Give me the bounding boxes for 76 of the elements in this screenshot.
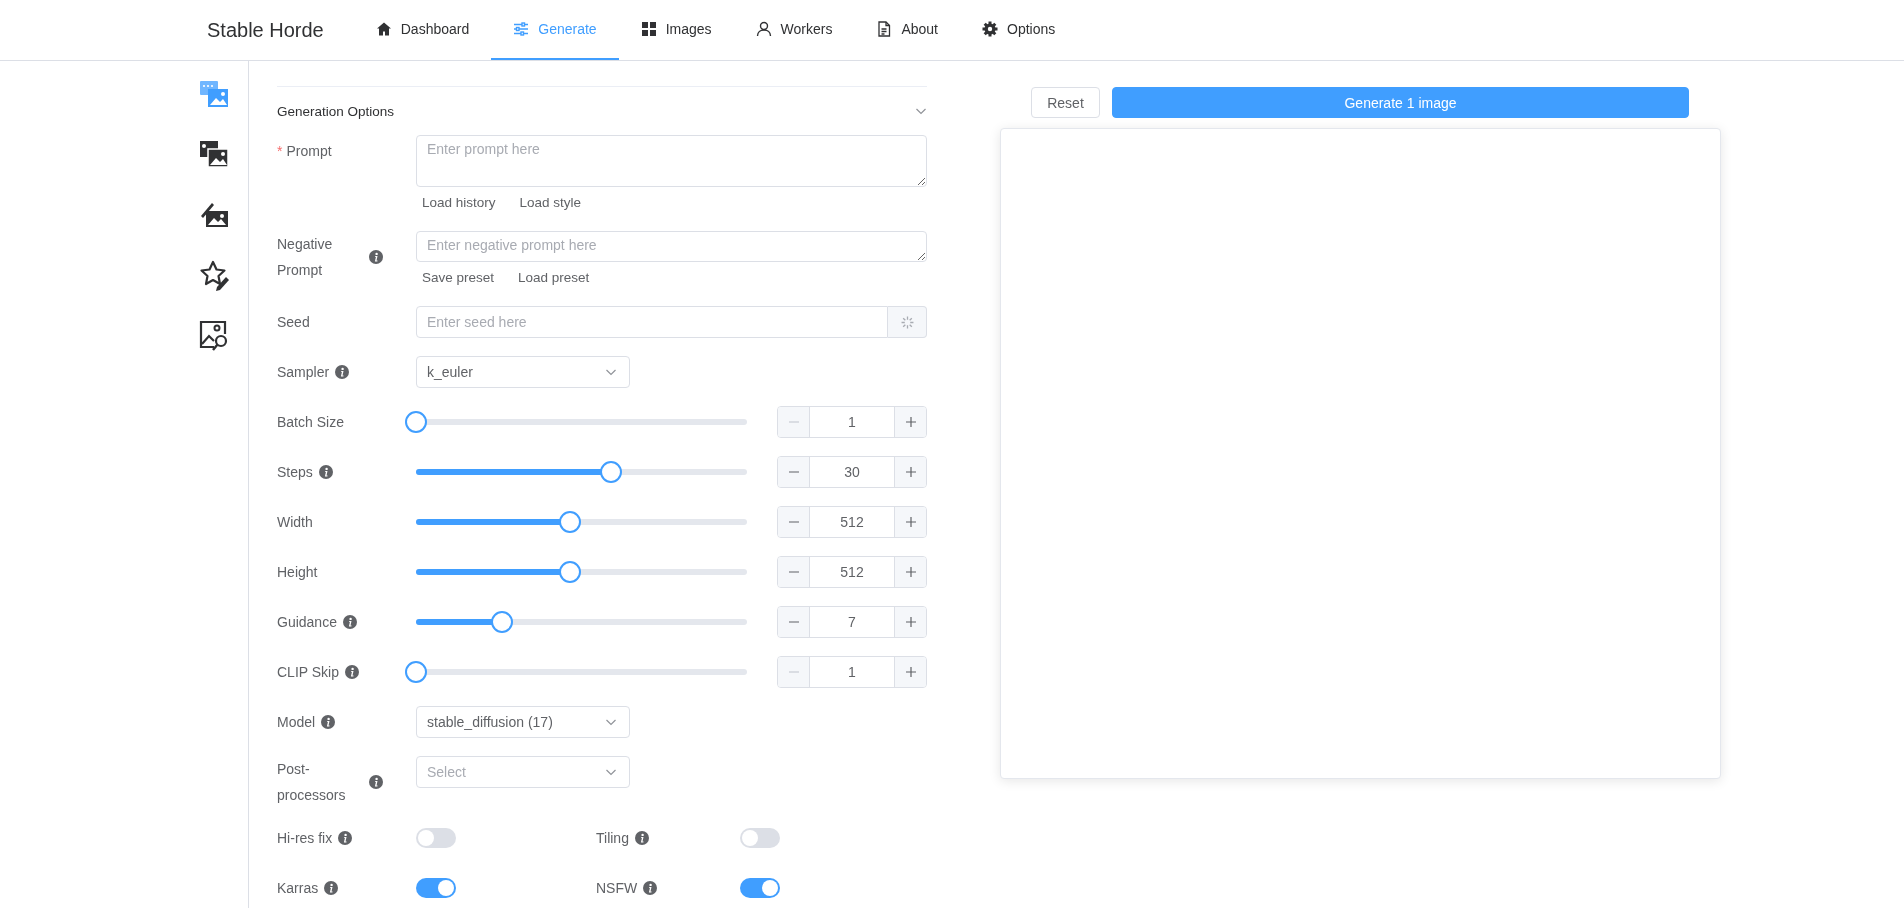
plus-button[interactable] <box>894 607 926 637</box>
toggle-switch[interactable] <box>416 878 456 898</box>
nav-tab[interactable]: Images <box>618 0 734 60</box>
user-icon <box>755 21 772 37</box>
minus-button[interactable] <box>778 607 810 637</box>
number-field[interactable]: 30 <box>777 456 927 488</box>
sliders-icon <box>513 21 530 37</box>
toggle-switch[interactable] <box>740 828 780 848</box>
minus-button[interactable] <box>778 457 810 487</box>
text-link[interactable]: Load style <box>519 194 582 210</box>
field-label: CLIP Skip <box>277 663 339 682</box>
field-label: Seed <box>277 313 310 332</box>
plus-button[interactable] <box>894 457 926 487</box>
number-field[interactable]: 7 <box>777 606 927 638</box>
text-link[interactable]: Load preset <box>518 269 590 285</box>
nav-tab[interactable]: Workers <box>733 0 855 60</box>
grid-icon <box>640 21 657 37</box>
field-label: Guidance <box>277 613 337 632</box>
minus-button[interactable] <box>778 557 810 587</box>
field-label: Sampler <box>277 363 330 382</box>
plus-icon <box>904 516 917 528</box>
app-title: Stable Horde <box>207 18 324 42</box>
plus-button[interactable] <box>894 557 926 587</box>
field-label: Prompt <box>286 142 332 161</box>
minus-button[interactable] <box>778 507 810 537</box>
slider-handle[interactable] <box>558 561 581 583</box>
document-icon <box>876 21 893 37</box>
toggle-label: NSFW <box>596 880 638 896</box>
field-label: Batch Size <box>277 413 344 432</box>
gear-icon <box>982 21 998 37</box>
reset-button[interactable]: Reset <box>1031 87 1100 118</box>
plus-icon <box>904 666 917 678</box>
number-field[interactable]: 1 <box>777 406 927 438</box>
field-label: Post-processors <box>277 760 347 805</box>
required-mark: * <box>277 143 283 159</box>
image-search-icon[interactable] <box>198 319 230 351</box>
nav-tab[interactable]: About <box>854 0 960 60</box>
toggle-label: Hi-res fix <box>277 830 333 846</box>
sparkle-icon <box>900 315 914 329</box>
plus-icon <box>904 416 917 428</box>
text-link[interactable]: Save preset <box>422 269 495 285</box>
text-link[interactable]: Load history <box>422 194 496 210</box>
field-label: Width <box>277 513 313 532</box>
number-field[interactable]: 512 <box>777 556 927 588</box>
plus-button[interactable] <box>894 657 926 687</box>
prompt-field[interactable]: Enter negative prompt here <box>416 231 927 262</box>
toggle-label: Tiling <box>596 830 629 846</box>
section-title: Generation Options <box>277 103 395 119</box>
home-icon <box>375 21 392 37</box>
plus-icon <box>904 466 917 478</box>
seed-field[interactable]: Enter seed here <box>416 306 888 338</box>
plus-icon <box>904 616 917 628</box>
select-field[interactable]: k_euler <box>416 356 630 388</box>
slider-handle[interactable] <box>405 661 427 683</box>
plus-icon <box>904 566 917 578</box>
field-label: Model <box>277 713 316 732</box>
sparkle-button[interactable] <box>888 306 927 338</box>
prompt-field[interactable]: Enter prompt here <box>416 135 927 187</box>
toggle-switch[interactable] <box>416 828 456 848</box>
toggle-switch[interactable] <box>740 878 780 898</box>
toggle-label: Karras <box>277 880 319 896</box>
field-label: Negative Prompt <box>277 235 334 280</box>
plus-button[interactable] <box>894 407 926 437</box>
slider-handle[interactable] <box>491 611 514 633</box>
number-field[interactable]: 1 <box>777 656 927 688</box>
select-field[interactable]: stable_diffusion (17) <box>416 706 630 738</box>
slider-handle[interactable] <box>600 461 623 483</box>
slider-handle[interactable] <box>558 511 581 533</box>
field-label: Steps <box>277 463 313 482</box>
slider-handle[interactable] <box>405 411 427 433</box>
plus-button[interactable] <box>894 507 926 537</box>
star-pencil-icon[interactable] <box>198 259 230 291</box>
nav-tab[interactable]: Options <box>960 0 1078 60</box>
number-field[interactable]: 512 <box>777 506 927 538</box>
field-label: Height <box>277 563 318 582</box>
nav-tab[interactable]: Dashboard <box>353 0 492 60</box>
